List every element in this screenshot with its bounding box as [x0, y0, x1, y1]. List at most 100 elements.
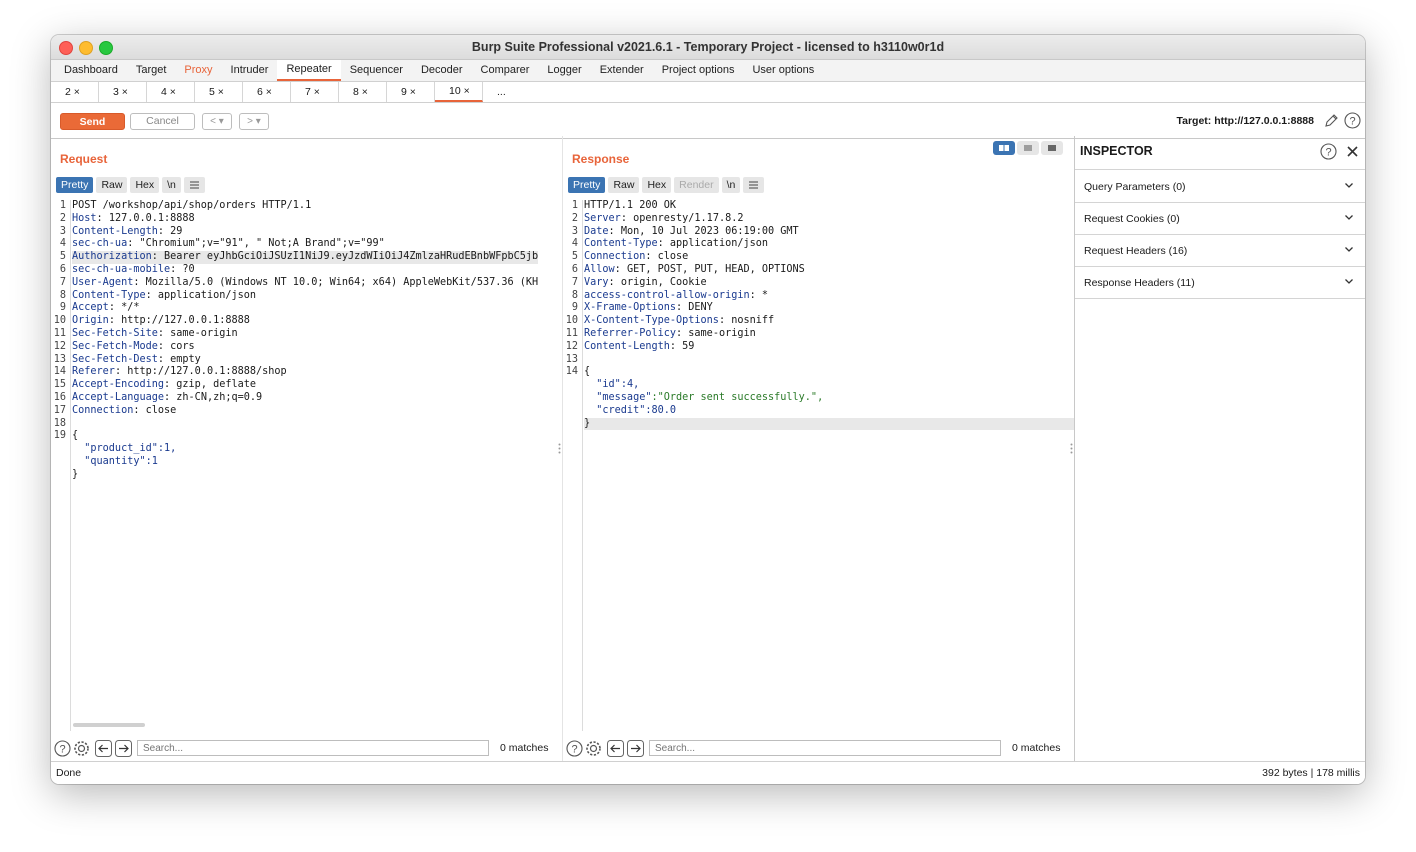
tab-project-options[interactable]: Project options [653, 60, 744, 81]
gear-icon[interactable] [73, 740, 90, 757]
gear-icon[interactable] [585, 740, 602, 757]
chevron-down-icon [1345, 247, 1353, 252]
header-value: : application/json [145, 289, 257, 301]
request-search-input[interactable] [137, 740, 489, 756]
repeater-tab-9[interactable]: 9 × [387, 82, 435, 102]
code-line: Sec-Fetch-Site: same-origin [72, 328, 238, 341]
svg-text:?: ? [59, 744, 65, 756]
code-line: HTTP/1.1 200 OK [584, 200, 676, 213]
chevron-down-icon [1345, 215, 1353, 220]
request-editor[interactable]: 1 2 3 4 5 6 7 8 9 10 11 12 13 14 15 16 17 18 19 POST /work… [51, 200, 561, 731]
history-back-button[interactable]: < ▾ [202, 113, 232, 130]
tab-proxy[interactable]: Proxy [175, 60, 221, 81]
request-menu-button[interactable] [183, 177, 205, 193]
inspector-section-query-parameters[interactable]: Query Parameters (0) [1075, 169, 1365, 203]
inspector-section-request-headers[interactable]: Request Headers (16) [1075, 234, 1365, 267]
code-line: Authorization: Bearer eyJhbGciOiJSUzI1Ni… [72, 251, 539, 264]
request-pretty-button[interactable]: Pretty [56, 177, 94, 193]
response-newline-button[interactable]: \n [721, 177, 741, 193]
tab-dashboard[interactable]: Dashboard [55, 60, 127, 81]
code-line: sec-ch-ua: "Chromium";v="91", " Not;A Br… [72, 238, 385, 251]
request-gutter: 1 2 3 4 5 6 7 8 9 10 11 12 13 14 15 16 17 18 19 [51, 200, 71, 731]
panel-resize-handle-icon[interactable] [558, 443, 561, 454]
header-name: Connection [584, 251, 646, 263]
repeater-tab-6[interactable]: 6 × [243, 82, 291, 102]
pencil-icon[interactable] [1323, 112, 1340, 129]
help-icon[interactable]: ? [1320, 143, 1337, 160]
layout-tabs-button[interactable] [1041, 141, 1063, 155]
response-menu-button[interactable] [743, 177, 765, 193]
header-value: : "Chromium";v="91", " Not;A Brand";v="9… [127, 238, 385, 250]
tab-decoder[interactable]: Decoder [412, 60, 472, 81]
tab-comparer[interactable]: Comparer [472, 60, 539, 81]
inspector-section-request-cookies[interactable]: Request Cookies (0) [1075, 202, 1365, 235]
forward-arrow-icon[interactable] [627, 740, 644, 757]
close-icon[interactable] [1346, 145, 1359, 158]
tab-user-options[interactable]: User options [743, 60, 823, 81]
header-name: Date [584, 225, 609, 237]
help-icon[interactable]: ? [54, 740, 71, 757]
code-line: Host: 127.0.0.1:8888 [72, 213, 195, 226]
minimize-window-button[interactable] [79, 41, 93, 55]
response-editor[interactable]: 1 2 3 4 5 6 7 8 9 10 11 12 13 14 HTTP/1.1 200 OK Serve… [563, 200, 1075, 731]
back-arrow-icon[interactable] [95, 740, 112, 757]
response-pretty-button[interactable]: Pretty [568, 177, 606, 193]
hamburger-menu-icon [189, 181, 199, 189]
response-render-button[interactable]: Render [674, 177, 719, 193]
request-newline-button[interactable]: \n [162, 177, 181, 193]
request-horizontal-scrollbar[interactable] [73, 723, 145, 727]
inspector-section-response-headers[interactable]: Response Headers (11) [1075, 266, 1365, 299]
tab-logger[interactable]: Logger [538, 60, 590, 81]
help-icon[interactable]: ? [1344, 112, 1361, 129]
layout-side-by-side-button[interactable] [993, 141, 1015, 155]
request-hex-button[interactable]: Hex [130, 177, 160, 193]
panel-resize-handle-icon[interactable] [1070, 443, 1073, 454]
line-number: 2 [59, 212, 66, 224]
response-hex-button[interactable]: Hex [642, 177, 672, 193]
code-line: Content-Length: 59 [584, 341, 694, 354]
request-raw-button[interactable]: Raw [96, 177, 128, 193]
layout-stacked-button[interactable] [1017, 141, 1039, 155]
repeater-tab-10[interactable]: 10 × [435, 82, 483, 102]
header-name: Accept-Language [72, 392, 165, 403]
line-number: 14 [565, 366, 578, 378]
response-format-bar: Pretty Raw Hex Render \n [568, 177, 765, 193]
tab-target[interactable]: Target [127, 60, 176, 81]
header-name: Sec-Fetch-Mode [72, 340, 158, 352]
close-window-button[interactable] [59, 41, 73, 55]
forward-arrow-icon[interactable] [115, 740, 132, 757]
zoom-window-button[interactable] [99, 41, 113, 55]
repeater-tab-7[interactable]: 7 × [291, 82, 339, 102]
response-search-input[interactable] [649, 740, 1001, 756]
history-forward-button[interactable]: > ▾ [239, 113, 269, 130]
back-arrow-icon[interactable] [607, 740, 624, 757]
repeater-tab-3[interactable]: 3 × [99, 82, 147, 102]
chevron-down-icon: ▾ [255, 116, 261, 127]
request-search-row: ? 0 matches [54, 737, 558, 759]
header-value: :4, [620, 379, 640, 391]
line-number: 1 [59, 200, 66, 211]
line-number: 6 [59, 264, 66, 275]
help-icon[interactable]: ? [566, 740, 583, 757]
repeater-tab-5[interactable]: 5 × [195, 82, 243, 102]
code-line: "id":4, [584, 379, 639, 392]
repeater-tab-2[interactable]: 2 × [51, 82, 99, 102]
send-button[interactable]: Send [60, 113, 125, 130]
header-name: Host [72, 212, 97, 224]
repeater-tab-8[interactable]: 8 × [339, 82, 387, 102]
header-value: : origin, Cookie [608, 276, 707, 288]
header-value: POST /workshop/api/shop/orders HTTP/1.1 [72, 200, 312, 211]
header-value: : Mozilla/5.0 (Windows NT 10.0; Win64; x… [133, 276, 539, 288]
tab-extender[interactable]: Extender [591, 60, 653, 81]
cancel-button[interactable]: Cancel [130, 113, 195, 130]
single-pane-icon [1048, 145, 1056, 151]
tab-sequencer[interactable]: Sequencer [341, 60, 412, 81]
header-value: : empty [157, 353, 201, 365]
repeater-tab-more[interactable]: ... [483, 82, 531, 102]
response-raw-button[interactable]: Raw [608, 177, 640, 193]
tab-intruder[interactable]: Intruder [222, 60, 278, 81]
tab-repeater[interactable]: Repeater [277, 60, 341, 81]
repeater-tab-4[interactable]: 4 × [147, 82, 195, 102]
code-line: Accept: */* [72, 302, 139, 315]
hamburger-menu-icon [749, 181, 759, 189]
